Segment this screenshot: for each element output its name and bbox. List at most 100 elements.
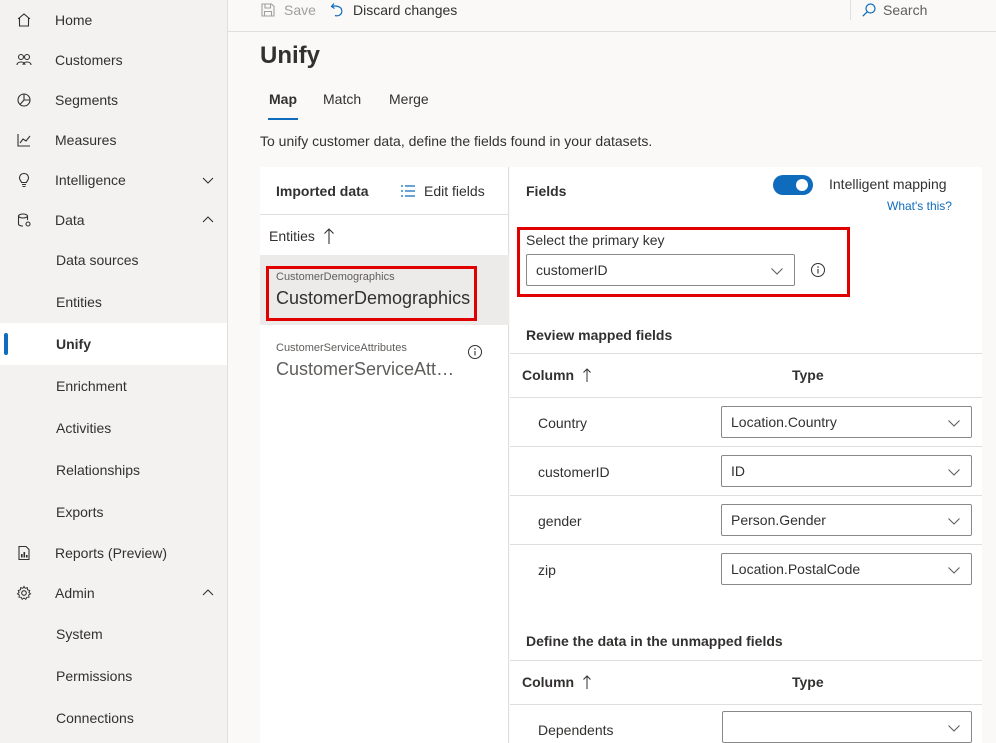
tab-map[interactable]: Map xyxy=(269,91,297,107)
type-header: Type xyxy=(792,674,824,690)
column-header-label: Column xyxy=(522,367,575,383)
divider xyxy=(510,704,982,705)
chevron-down-icon xyxy=(947,563,961,580)
column-header-label: Column xyxy=(522,674,575,690)
nav-item-intelligence[interactable]: Intelligence xyxy=(0,160,227,200)
nav-item-activities[interactable]: Activities xyxy=(0,407,227,449)
intelligent-mapping-toggle[interactable] xyxy=(773,175,813,195)
sort-ascending-icon xyxy=(583,675,591,689)
segments-icon xyxy=(14,90,34,110)
chart-icon xyxy=(14,130,34,150)
nav-label: Measures xyxy=(55,132,117,148)
divider xyxy=(510,660,982,661)
nav-item-connections[interactable]: Connections xyxy=(0,697,227,739)
type-dropdown[interactable]: Person.Gender xyxy=(721,504,972,536)
save-icon xyxy=(261,3,275,17)
divider xyxy=(510,544,982,545)
entities-column-header[interactable]: Entities xyxy=(269,227,335,245)
info-icon[interactable] xyxy=(467,344,483,360)
fields-header: Fields xyxy=(526,183,567,199)
tab-match[interactable]: Match xyxy=(323,91,361,107)
list-edit-icon xyxy=(401,185,415,197)
gear-icon xyxy=(14,583,34,603)
type-dropdown[interactable]: ID xyxy=(721,455,972,487)
imported-data-panel: Imported data Edit fields Entities Custo… xyxy=(260,167,509,743)
review-mapped-header: Review mapped fields xyxy=(526,327,673,343)
divider xyxy=(510,446,982,447)
mapped-column-name: gender xyxy=(538,513,582,529)
entities-header-label: Entities xyxy=(269,228,315,244)
search-icon xyxy=(862,3,876,17)
home-icon xyxy=(14,10,34,30)
nav-item-enrichment[interactable]: Enrichment xyxy=(0,365,227,407)
command-bar: Save Discard changes Search xyxy=(228,0,996,32)
mapped-column-name: Country xyxy=(538,415,588,431)
nav-label: Home xyxy=(55,12,93,28)
chevron-down-icon xyxy=(201,173,215,187)
left-navigation: Home Customers Segments Measures Intelli… xyxy=(0,0,228,743)
type-dropdown[interactable]: Location.Country xyxy=(721,406,972,438)
search-placeholder: Search xyxy=(883,2,928,18)
discard-label: Discard changes xyxy=(353,2,458,18)
type-value: Location.Country xyxy=(731,414,837,430)
nav-label: Admin xyxy=(55,585,95,601)
fields-panel: Fields Intelligent mapping What's this? … xyxy=(510,167,982,743)
report-icon xyxy=(14,543,34,563)
divider xyxy=(260,214,509,215)
nav-label: Data xyxy=(55,212,85,228)
chevron-down-icon xyxy=(947,416,961,433)
nav-label: Unify xyxy=(56,336,91,352)
whats-this-link[interactable]: What's this? xyxy=(887,199,952,213)
nav-item-data-sources[interactable]: Data sources xyxy=(0,239,227,281)
chevron-up-icon xyxy=(201,213,215,227)
nav-item-customers[interactable]: Customers xyxy=(0,40,227,80)
mapped-column-name: customerID xyxy=(538,464,610,480)
nav-label: Customers xyxy=(55,52,123,68)
nav-item-unify[interactable]: Unify xyxy=(0,323,227,365)
tab-merge[interactable]: Merge xyxy=(389,91,429,107)
nav-item-measures[interactable]: Measures xyxy=(0,120,227,160)
undo-icon xyxy=(330,3,343,17)
people-icon xyxy=(14,50,34,70)
search-box[interactable]: Search xyxy=(850,0,996,20)
edit-fields-button[interactable]: Edit fields xyxy=(400,183,485,199)
active-tab-indicator xyxy=(268,118,298,120)
sort-ascending-icon xyxy=(583,368,591,382)
nav-label: Entities xyxy=(56,294,102,310)
nav-item-system[interactable]: System xyxy=(0,613,227,655)
sort-ascending-icon xyxy=(324,228,334,244)
active-indicator xyxy=(4,333,8,355)
discard-changes-button[interactable]: Discard changes xyxy=(329,0,457,20)
nav-item-relationships[interactable]: Relationships xyxy=(0,449,227,491)
nav-item-exports[interactable]: Exports xyxy=(0,491,227,533)
mapped-column-name: zip xyxy=(538,562,556,578)
highlight-box xyxy=(266,266,477,321)
save-button[interactable]: Save xyxy=(260,0,316,20)
intelligent-mapping-label: Intelligent mapping xyxy=(829,176,947,192)
nav-item-segments[interactable]: Segments xyxy=(0,80,227,120)
column-header[interactable]: Column xyxy=(522,674,592,690)
nav-item-home[interactable]: Home xyxy=(0,0,227,40)
entity-source-name: CustomerServiceAttributes xyxy=(276,342,407,354)
unmapped-column-name: Dependents xyxy=(538,722,614,738)
nav-label: Relationships xyxy=(56,462,141,478)
save-label: Save xyxy=(284,2,316,18)
nav-label: Data sources xyxy=(56,252,139,268)
entity-display-name: CustomerServiceAttributes xyxy=(276,359,460,379)
toggle-knob xyxy=(796,179,808,191)
column-header[interactable]: Column xyxy=(522,367,592,383)
entity-item-customerserviceattributes[interactable]: CustomerServiceAttributes CustomerServic… xyxy=(260,325,509,395)
chevron-up-icon xyxy=(201,586,215,600)
type-dropdown[interactable] xyxy=(722,711,972,743)
type-dropdown[interactable]: Location.PostalCode xyxy=(721,553,972,585)
nav-item-reports[interactable]: Reports (Preview) xyxy=(0,533,227,573)
nav-item-admin[interactable]: Admin xyxy=(0,573,227,613)
type-header: Type xyxy=(792,367,824,383)
nav-label: Segments xyxy=(55,92,119,108)
chevron-down-icon xyxy=(947,721,961,738)
chevron-down-icon xyxy=(947,465,961,482)
nav-item-entities[interactable]: Entities xyxy=(0,281,227,323)
nav-item-data[interactable]: Data xyxy=(0,200,227,240)
type-value: Person.Gender xyxy=(731,512,826,528)
nav-item-permissions[interactable]: Permissions xyxy=(0,655,227,697)
